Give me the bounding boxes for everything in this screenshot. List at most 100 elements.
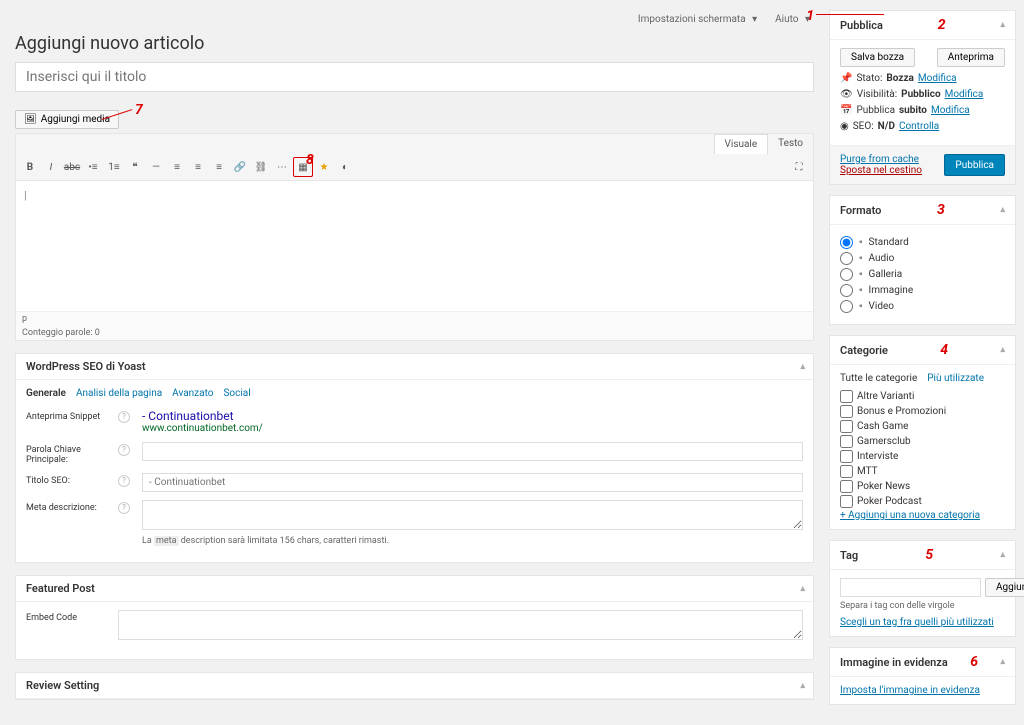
audio-icon: ▪ [859, 253, 863, 264]
add-category-link[interactable]: + Aggiungi una nuova categoria [840, 510, 980, 521]
star-button[interactable]: ★ [314, 157, 334, 177]
tab-text[interactable]: Testo [768, 134, 813, 154]
page-heading: Aggiungi nuovo articolo [15, 33, 814, 54]
highlighted-toolbar-button[interactable]: ▦ [293, 157, 313, 177]
help-icon[interactable]: ? [118, 475, 130, 487]
collapse-icon[interactable]: ▴ [1000, 20, 1005, 30]
tags-panel: Tag 5 ▴ Aggiungi Separa i tag con delle … [829, 540, 1016, 637]
category-checkbox[interactable] [840, 480, 853, 493]
categories-panel: Categorie 4 ▴ Tutte le categorie Più uti… [829, 335, 1016, 530]
tag-input[interactable] [840, 578, 981, 597]
ol-button[interactable]: 1≡ [104, 157, 124, 177]
format-radio-audio[interactable] [840, 252, 853, 265]
seo-title-input[interactable] [142, 473, 803, 492]
tab-visual[interactable]: Visuale [714, 134, 769, 154]
choose-tag-link[interactable]: Scegli un tag fra quelli più utilizzati [840, 617, 994, 628]
publish-button[interactable]: Pubblica [944, 154, 1005, 176]
seo-metabox: WordPress SEO di Yoast▴ Generale Analisi… [15, 353, 814, 563]
snippet-title: - Continuationbet [142, 409, 803, 423]
pin-icon: 📌 [840, 73, 852, 84]
cat-tab-most[interactable]: Più utilizzate [927, 373, 984, 384]
trash-link[interactable]: Sposta nel cestino [840, 165, 922, 176]
strike-button[interactable]: abc [62, 157, 82, 177]
edit-status-link[interactable]: Modifica [918, 73, 957, 84]
category-checkbox[interactable] [840, 435, 853, 448]
ul-button[interactable]: •≡ [83, 157, 103, 177]
editor-content[interactable]: | [16, 181, 813, 311]
format-radio-immagine[interactable] [840, 284, 853, 297]
video-icon: ▪ [859, 301, 863, 312]
add-media-button[interactable]: 🖼 Aggiungi media [15, 110, 119, 129]
category-item[interactable]: Gamersclub [840, 435, 1005, 448]
save-draft-button[interactable]: Salva bozza [840, 48, 915, 67]
category-item[interactable]: MTT [840, 465, 1005, 478]
screen-options-toggle[interactable]: Impostazioni schermata ▾ [630, 12, 761, 27]
quote-button[interactable]: ❝ [125, 157, 145, 177]
help-toggle[interactable]: Aiuto ▾ [767, 12, 814, 27]
set-featured-image-link[interactable]: Imposta l'immagine in evidenza [840, 685, 980, 696]
category-checkbox[interactable] [840, 390, 853, 403]
align-center-button[interactable]: ≡ [188, 157, 208, 177]
link-button[interactable]: 🔗 [230, 157, 250, 177]
more-button[interactable]: ⋯ [272, 157, 292, 177]
collapse-icon[interactable]: ▴ [1000, 205, 1005, 215]
cat-tab-all[interactable]: Tutte le categorie [840, 373, 917, 384]
collapse-icon[interactable]: ▴ [800, 584, 805, 594]
seo-tab-social[interactable]: Social [223, 388, 250, 399]
post-title-input[interactable] [15, 62, 814, 92]
bold-button[interactable]: B [20, 157, 40, 177]
category-item[interactable]: Poker News [840, 480, 1005, 493]
format-radio-galleria[interactable] [840, 268, 853, 281]
format-radio-standard[interactable] [840, 236, 853, 249]
review-metabox: Review Setting▴ [15, 672, 814, 700]
category-item[interactable]: Cash Game [840, 420, 1005, 433]
seo-dot-icon: ◉ [840, 121, 849, 132]
category-checkbox[interactable] [840, 465, 853, 478]
collapse-icon[interactable]: ▴ [800, 362, 805, 372]
focus-keyword-input[interactable] [142, 442, 803, 461]
annotation-3: 3 [937, 202, 945, 218]
seo-check-link[interactable]: Controlla [899, 121, 939, 132]
italic-button[interactable]: I [41, 157, 61, 177]
help-icon[interactable]: ? [118, 502, 130, 514]
seo-tab-general[interactable]: Generale [26, 388, 66, 399]
help-icon[interactable]: ? [118, 411, 130, 423]
pin-icon: ▪ [859, 237, 863, 248]
editor: Visuale Testo B I abc •≡ 1≡ ❝ — ≡ ≡ ≡ 🔗 … [15, 133, 814, 341]
collapse-icon[interactable]: ▴ [1000, 657, 1005, 667]
fullscreen-button[interactable]: ⛶ [789, 157, 809, 177]
publish-panel: Pubblica 2 ▴ Salva bozza Anteprima 📌Stat… [829, 10, 1016, 185]
hr-button[interactable]: — [146, 157, 166, 177]
purge-cache-link[interactable]: Purge from cache [840, 154, 922, 165]
category-checkbox[interactable] [840, 450, 853, 463]
seo-tab-analysis[interactable]: Analisi della pagina [76, 388, 162, 399]
category-item[interactable]: Interviste [840, 450, 1005, 463]
seo-tab-advanced[interactable]: Avanzato [172, 388, 213, 399]
format-radio-video[interactable] [840, 300, 853, 313]
category-checkbox[interactable] [840, 495, 853, 508]
unlink-button[interactable]: ⛓ [251, 157, 271, 177]
category-item[interactable]: Bonus e Promozioni [840, 405, 1005, 418]
edit-publish-link[interactable]: Modifica [931, 105, 970, 116]
embed-code-input[interactable] [118, 610, 803, 640]
annotation-2: 2 [938, 17, 946, 33]
category-checkbox[interactable] [840, 420, 853, 433]
snippet-url: www.continuationbet.com/ [142, 423, 803, 434]
align-left-button[interactable]: ≡ [167, 157, 187, 177]
meta-description-input[interactable] [142, 500, 803, 530]
category-item[interactable]: Altre Varianti [840, 390, 1005, 403]
help-icon[interactable]: ? [118, 444, 130, 456]
edit-visibility-link[interactable]: Modifica [945, 89, 984, 100]
preview-button[interactable]: Anteprima [937, 48, 1005, 67]
category-item[interactable]: Poker Podcast [840, 495, 1005, 508]
collapse-icon[interactable]: ▴ [1000, 345, 1005, 355]
collapse-icon[interactable]: ▴ [800, 681, 805, 691]
format-list: ▪Standard▪Audio▪Galleria▪Immagine▪Video [830, 225, 1015, 324]
category-checkbox[interactable] [840, 405, 853, 418]
annotation-5: 5 [925, 547, 933, 563]
extra-button[interactable]: ◐ [335, 157, 355, 177]
align-right-button[interactable]: ≡ [209, 157, 229, 177]
add-tag-button[interactable]: Aggiungi [985, 578, 1024, 597]
annotation-7: 7 [135, 102, 143, 118]
collapse-icon[interactable]: ▴ [1000, 550, 1005, 560]
